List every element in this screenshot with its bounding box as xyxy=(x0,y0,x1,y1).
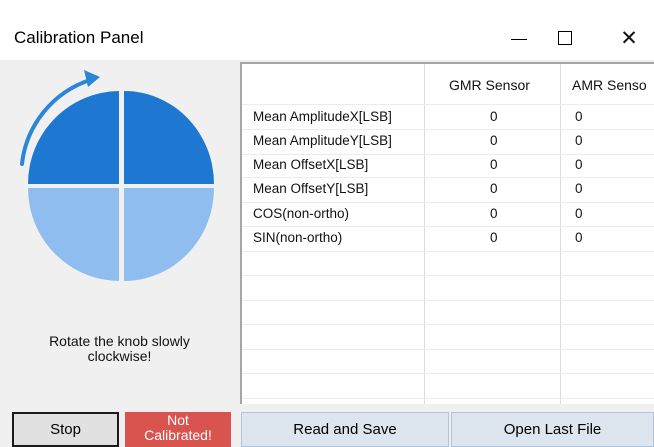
read-and-save-button[interactable]: Read and Save xyxy=(241,412,449,447)
column-header-amr: AMR Senso xyxy=(572,77,647,93)
grid-row-separator xyxy=(242,275,654,276)
grid-column-divider xyxy=(424,64,425,404)
title-bar: Calibration Panel ✕ xyxy=(0,0,654,60)
grid-row-separator xyxy=(242,324,654,325)
grid-row-separator xyxy=(242,202,654,203)
column-header-gmr: GMR Sensor xyxy=(449,77,530,93)
knob-quadrant-bottom-right xyxy=(124,188,214,281)
minimize-icon xyxy=(511,38,527,40)
grid-header-separator xyxy=(242,104,654,105)
gmr-value-cos-non-ortho: 0 xyxy=(490,206,498,221)
row-label-mean-offset-x: Mean OffsetX[LSB] xyxy=(253,157,369,172)
open-last-file-button[interactable]: Open Last File xyxy=(451,412,654,447)
row-label-mean-amplitude-x: Mean AmplitudeX[LSB] xyxy=(253,109,392,124)
amr-value-mean-offset-x: 0 xyxy=(575,157,583,172)
amr-value-mean-amplitude-x: 0 xyxy=(575,109,583,124)
maximize-button[interactable] xyxy=(540,18,590,58)
minimize-button[interactable] xyxy=(494,18,544,58)
row-label-mean-offset-y: Mean OffsetY[LSB] xyxy=(253,181,369,196)
status-line-2: Calibrated! xyxy=(144,427,212,443)
rotate-clockwise-knob-icon xyxy=(20,70,214,281)
status-line-1: Not xyxy=(167,412,189,428)
maximize-icon xyxy=(558,31,572,45)
stop-button[interactable]: Stop xyxy=(12,412,119,447)
grid-column-divider xyxy=(560,64,561,404)
gmr-value-mean-amplitude-y: 0 xyxy=(490,133,498,148)
amr-value-mean-offset-y: 0 xyxy=(575,181,583,196)
knob-quadrant-top-left xyxy=(28,91,119,184)
row-label-mean-amplitude-y: Mean AmplitudeY[LSB] xyxy=(253,133,392,148)
gmr-value-mean-amplitude-x: 0 xyxy=(490,109,498,124)
knob-panel: Rotate the knob slowly clockwise! xyxy=(0,60,239,410)
grid-row-separator xyxy=(242,349,654,350)
grid-row-separator xyxy=(242,373,654,374)
instruction-line-1: Rotate the knob slowly xyxy=(49,333,190,349)
gmr-value-mean-offset-y: 0 xyxy=(490,181,498,196)
window-title: Calibration Panel xyxy=(14,28,144,47)
close-button[interactable]: ✕ xyxy=(604,18,654,58)
grid-row-separator xyxy=(242,129,654,130)
grid-row-separator xyxy=(242,251,654,252)
close-icon: ✕ xyxy=(620,26,638,50)
gmr-value-mean-offset-x: 0 xyxy=(490,157,498,172)
calibration-data-grid[interactable]: GMR Sensor AMR Senso Mean AmplitudeX[LSB… xyxy=(240,62,654,404)
amr-value-mean-amplitude-y: 0 xyxy=(575,133,583,148)
calibration-window: Calibration Panel ✕ Rotate the knob slow… xyxy=(0,0,654,447)
rotation-arrow-head xyxy=(84,70,100,87)
row-label-cos-non-ortho: COS(non-ortho) xyxy=(253,206,350,221)
grid-row-separator xyxy=(242,300,654,301)
calibration-status-badge: Not Calibrated! xyxy=(125,412,231,447)
grid-row-separator xyxy=(242,226,654,227)
row-label-sin-non-ortho: SIN(non-ortho) xyxy=(253,230,343,245)
instruction-text: Rotate the knob slowly clockwise! xyxy=(0,334,239,364)
knob-quadrant-top-right xyxy=(124,91,214,184)
knob-quadrant-bottom-left xyxy=(27,188,119,281)
gmr-value-sin-non-ortho: 0 xyxy=(490,230,498,245)
amr-value-cos-non-ortho: 0 xyxy=(575,206,583,221)
amr-value-sin-non-ortho: 0 xyxy=(575,230,583,245)
grid-row-separator xyxy=(242,398,654,399)
grid-row-separator xyxy=(242,154,654,155)
instruction-line-2: clockwise! xyxy=(87,348,152,364)
grid-row-separator xyxy=(242,177,654,178)
